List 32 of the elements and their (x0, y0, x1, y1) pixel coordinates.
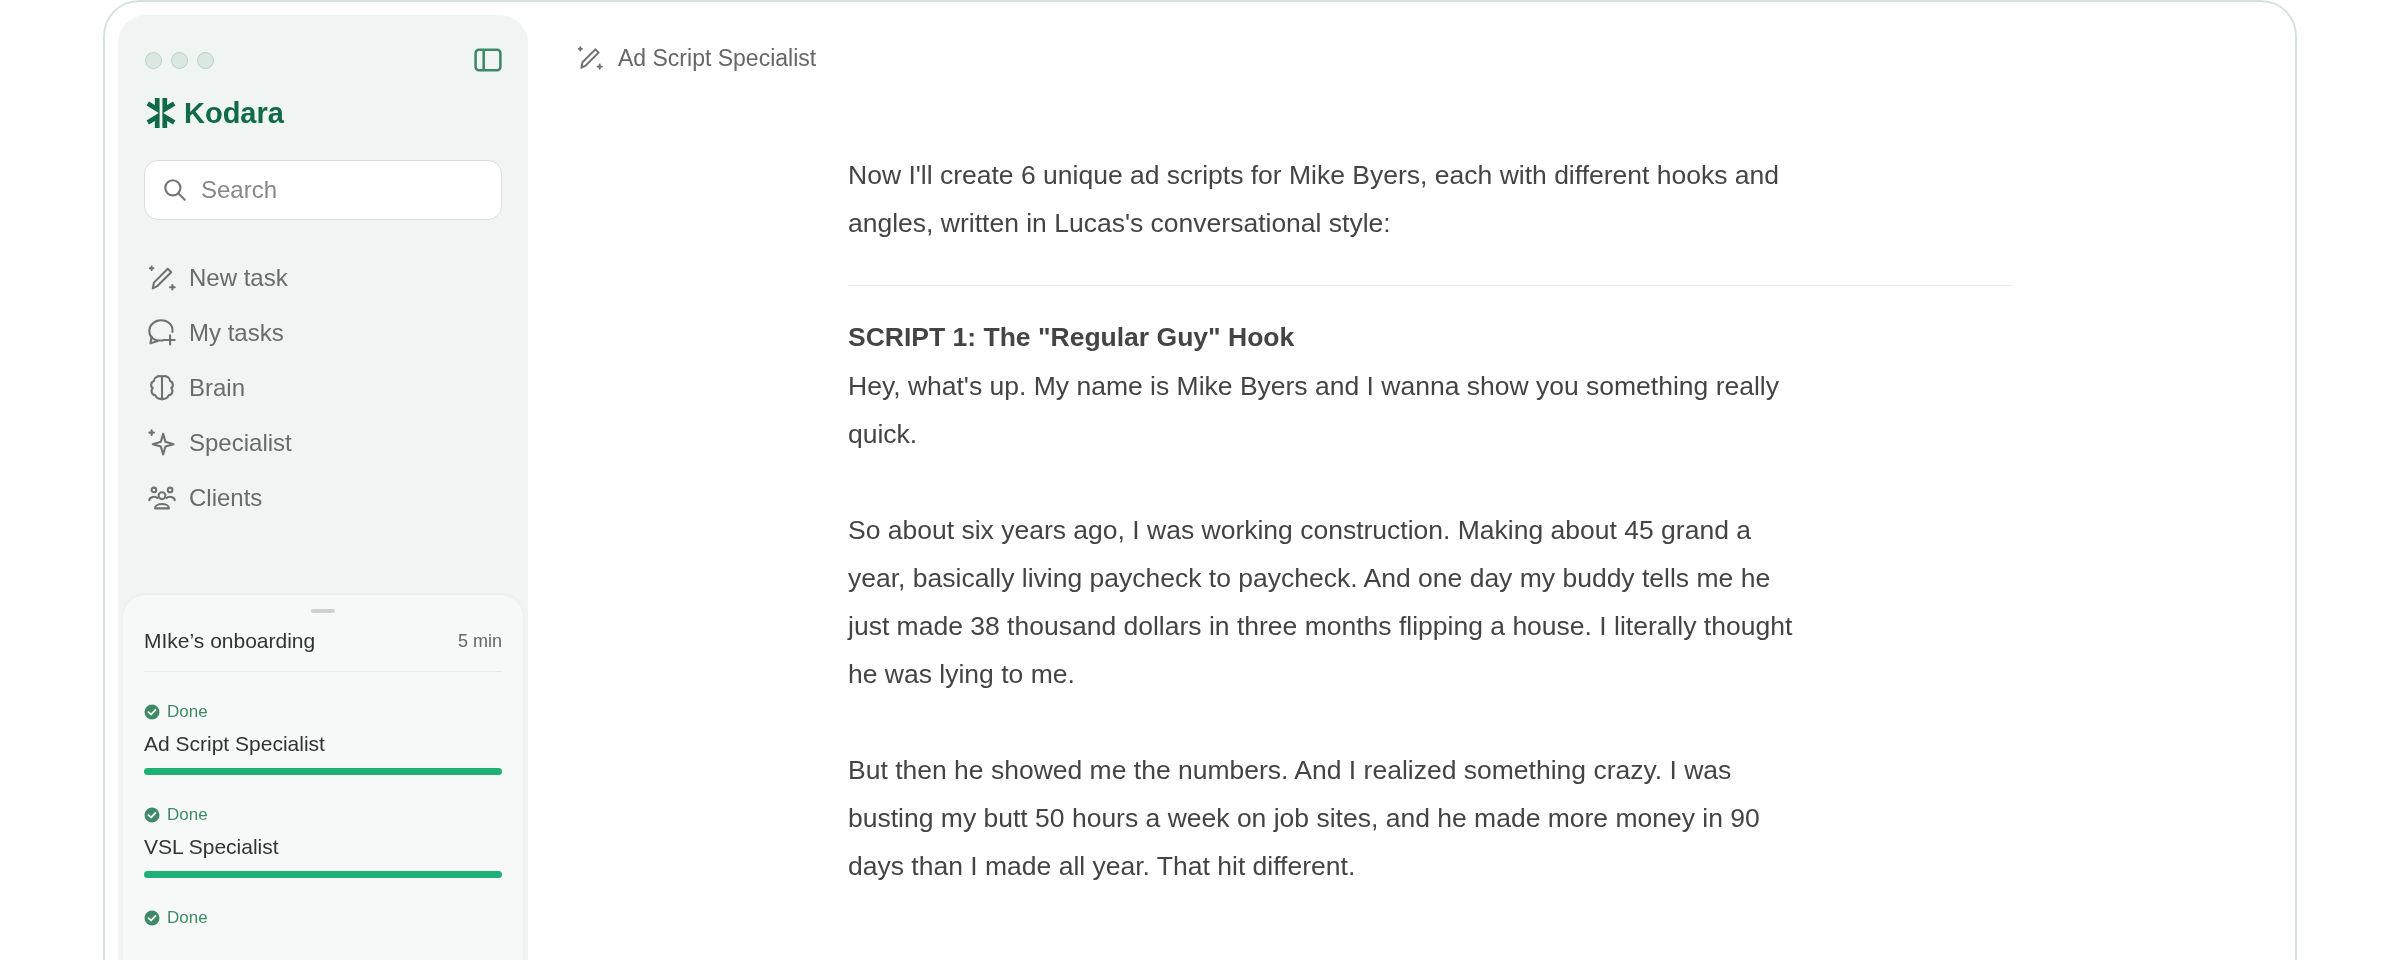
nav-item[interactable]: Brain (189, 373, 246, 402)
status-text: Done (167, 908, 208, 928)
duration-text: 5 min (458, 630, 502, 652)
window-control[interactable] (145, 51, 162, 69)
task-name: Ad Script Specialist (144, 732, 326, 756)
nav-item[interactable]: My tasks (189, 318, 284, 347)
page-title: Ad Script Specialist (618, 44, 817, 72)
script-heading: SCRIPT 1: The "Regular Guy" Hook (848, 321, 1296, 354)
nav-item[interactable]: Clients (189, 483, 263, 512)
brand-name: Kodara (184, 96, 284, 130)
task-name: VSL Specialist (144, 835, 280, 859)
status-text: Done (167, 805, 208, 825)
sidebar-toggle-icon[interactable] (474, 48, 502, 72)
sparkle-icon (147, 427, 177, 458)
logo-icon (144, 96, 178, 130)
status-text: Done (167, 702, 208, 722)
search-field[interactable]: Search (144, 160, 502, 220)
search-icon (162, 177, 188, 203)
script-paragraph: But then he showed me the numbers. And I realized something crazy. I was busting my butt 50 hours a week on job sites, and he made more money in 90 days than I made all year. That hit different. (848, 754, 1761, 883)
intro-text: Now I'll create 6 unique ad scripts for Mike Byers, each with different hooks and angles, written in Lucas's conversational style: (848, 159, 1781, 240)
wand-icon (576, 44, 604, 72)
nav-item[interactable]: New task (189, 263, 288, 292)
window-control[interactable] (197, 51, 214, 69)
script-paragraph: Hey, what's up. My name is Mike Byers and I wanna show you something really quick. (848, 370, 1780, 451)
drag-handle[interactable] (311, 609, 335, 613)
window-control[interactable] (171, 51, 188, 69)
chat-bubble-icon (147, 317, 177, 348)
card-title: MIke’s onboarding (144, 629, 316, 653)
nav-item[interactable]: Specialist (189, 428, 292, 457)
script-paragraph: So about six years ago, I was working construction. Making about 45 grand a year, basically living paycheck to paycheck. And one day my buddy tells me he just made 38 thousand dollars in three months flipping a house. I literally thought he was lying to me. (848, 514, 1794, 691)
brain-icon (147, 372, 177, 403)
wand-icon (147, 262, 177, 293)
